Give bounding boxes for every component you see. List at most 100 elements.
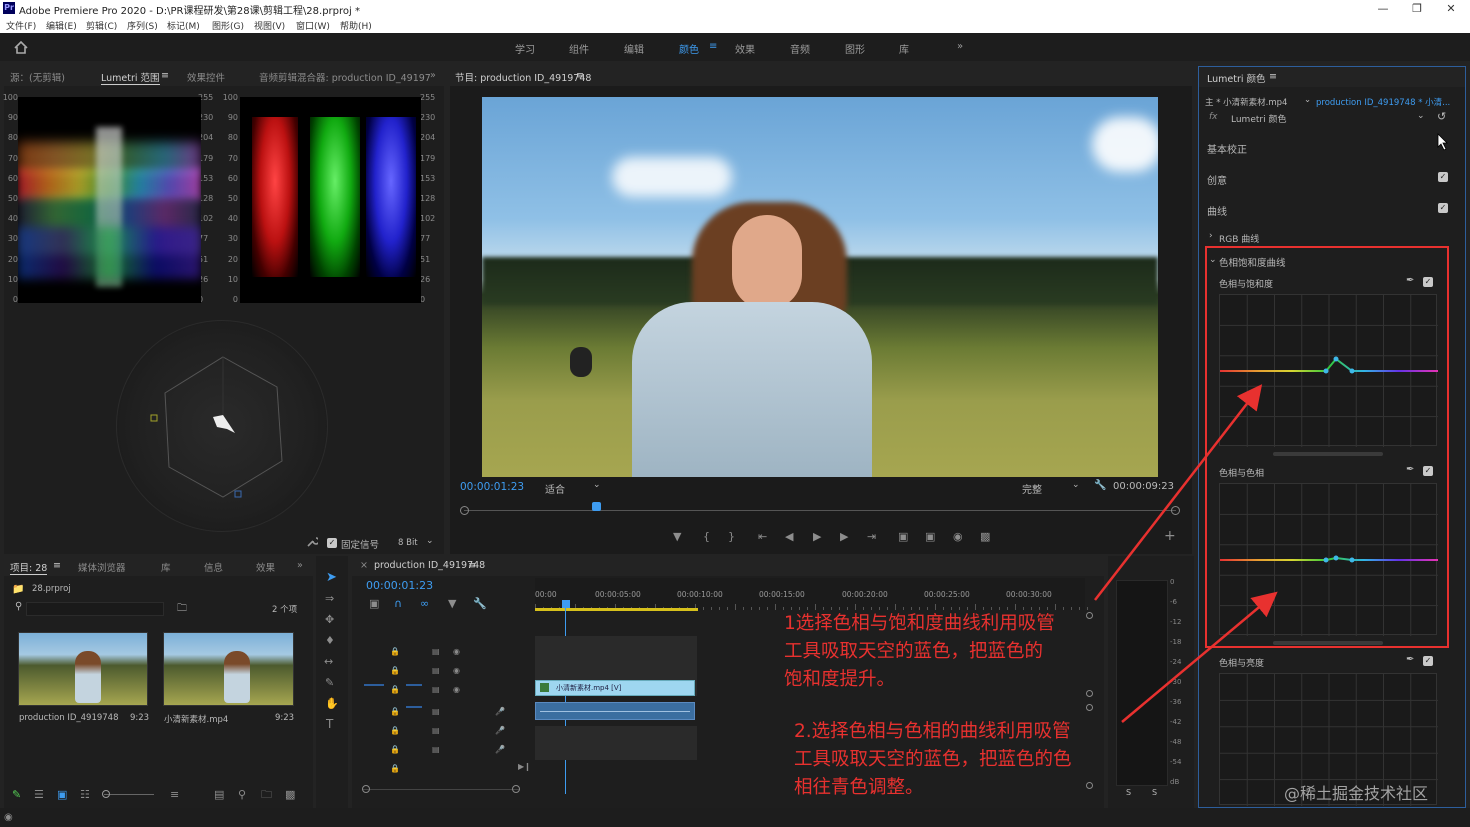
tab-menu-icon[interactable]: ≡: [1269, 71, 1277, 82]
tab-program[interactable]: 节目: production ID_4919748: [455, 70, 591, 84]
rgb-curves-label[interactable]: RGB 曲线: [1219, 232, 1259, 245]
track-label[interactable]: [406, 684, 422, 686]
workspace-graphics[interactable]: 图形: [845, 41, 865, 56]
creative-enable-checkbox[interactable]: ✓: [1438, 172, 1448, 182]
tab-menu-icon[interactable]: ≡: [468, 560, 476, 571]
sync-lock-icon[interactable]: ▤: [432, 745, 440, 754]
button-editor-plus-icon[interactable]: +: [1164, 529, 1176, 543]
tab-audio-clip-mixer[interactable]: 音频剪辑混合器: production ID_49197: [259, 70, 431, 84]
play-icon[interactable]: ▶: [813, 531, 821, 542]
chevron-down-icon[interactable]: ⌄: [1304, 95, 1311, 105]
master-go-to-end-icon[interactable]: ▶❙: [518, 762, 531, 771]
more-workspaces-icon[interactable]: »: [957, 41, 963, 52]
clamp-signal-checkbox[interactable]: ✓: [327, 538, 337, 548]
panel-overflow-icon[interactable]: »: [297, 560, 303, 571]
timeline-timecode[interactable]: 00:00:01:23: [366, 579, 433, 592]
tab-effects[interactable]: 效果: [256, 560, 275, 574]
clip-name[interactable]: production ID_4919748: [19, 713, 119, 723]
insert-sequence-icon[interactable]: ▣: [369, 598, 379, 609]
new-item-icon[interactable]: ▩: [285, 789, 295, 800]
add-marker-icon[interactable]: ▼: [448, 598, 456, 609]
quality-select[interactable]: 完整: [1022, 481, 1042, 496]
icon-view-icon[interactable]: ▣: [57, 789, 67, 800]
ripple-edit-icon[interactable]: ✥: [325, 614, 334, 625]
settings-wrench-icon[interactable]: 🔧: [1094, 480, 1106, 491]
list-view-icon[interactable]: ☰: [34, 789, 44, 800]
track-label[interactable]: [406, 725, 422, 727]
menu-marker[interactable]: 标记(M): [167, 19, 200, 32]
menu-clip[interactable]: 剪辑(C): [86, 19, 117, 32]
zoom-handle[interactable]: [512, 785, 520, 793]
lock-icon[interactable]: 🔒: [390, 745, 400, 754]
video-clip[interactable]: 小清新素材.mp4 [V]: [535, 680, 695, 696]
tab-menu-icon[interactable]: ≡: [576, 70, 584, 81]
razor-tool-icon[interactable]: ♦: [325, 635, 335, 646]
track-label[interactable]: [406, 744, 422, 746]
tab-project[interactable]: 项目: 28: [10, 560, 48, 575]
timeline-ruler[interactable]: 00:00 00:00:05:00 00:00:10:00 00:00:15:00 00…: [535, 578, 1088, 610]
track-label[interactable]: [406, 706, 422, 708]
timeline-playhead[interactable]: [562, 600, 570, 608]
export-frame-icon[interactable]: ◉: [953, 531, 963, 542]
menu-window[interactable]: 窗口(W): [296, 19, 330, 32]
tab-effect-controls[interactable]: 效果控件: [187, 70, 225, 84]
effect-name[interactable]: Lumetri 颜色: [1231, 112, 1286, 125]
menu-help[interactable]: 帮助(H): [340, 19, 372, 32]
source-patch-v1[interactable]: [364, 684, 384, 686]
eye-icon[interactable]: ◉: [453, 647, 460, 656]
playhead[interactable]: [592, 502, 601, 511]
chevron-down-icon[interactable]: ⌄: [1072, 480, 1080, 490]
sync-lock-icon[interactable]: ▤: [432, 647, 440, 656]
hue-vs-luma-checkbox[interactable]: ✓: [1423, 656, 1433, 666]
lock-icon[interactable]: 🔒: [390, 647, 400, 656]
wrench-icon[interactable]: [306, 536, 318, 548]
program-time-ruler[interactable]: [460, 502, 1180, 516]
lock-icon[interactable]: 🔒: [390, 685, 400, 694]
sync-lock-icon[interactable]: ▤: [432, 685, 440, 694]
zoom-handle[interactable]: [362, 785, 370, 793]
lift-icon[interactable]: ▣: [898, 531, 908, 542]
clip-thumbnail[interactable]: [18, 632, 148, 706]
workspace-editing[interactable]: 编辑: [624, 41, 644, 56]
new-bin-icon[interactable]: 🗀: [177, 601, 187, 618]
eyedropper-icon[interactable]: ✒: [1406, 654, 1414, 665]
clip-thumbnail[interactable]: [163, 632, 294, 706]
zoom-slider-handle[interactable]: [102, 790, 110, 798]
lock-icon[interactable]: 🔒: [390, 764, 400, 773]
voiceover-icon[interactable]: 🎤: [495, 707, 505, 716]
tab-menu-icon[interactable]: ≡: [53, 560, 61, 571]
clip-name[interactable]: 小清新素材.mp4: [164, 713, 228, 725]
section-curves[interactable]: 曲线: [1207, 203, 1227, 218]
tab-info[interactable]: 信息: [204, 560, 223, 574]
timeline-vertical-scrollbar[interactable]: [1086, 612, 1094, 790]
timeline-close-icon[interactable]: ×: [360, 560, 368, 571]
curves-enable-checkbox[interactable]: ✓: [1438, 203, 1448, 213]
section-basic-correction[interactable]: 基本校正: [1207, 141, 1247, 156]
comparison-view-icon[interactable]: ▩: [980, 531, 990, 542]
solo-right-button[interactable]: S: [1152, 788, 1157, 797]
sort-icon[interactable]: ≡: [170, 789, 179, 800]
reset-icon[interactable]: ↺: [1437, 110, 1446, 123]
program-timecode[interactable]: 00:00:01:23: [460, 481, 524, 493]
mark-in-icon[interactable]: {: [703, 531, 710, 542]
panel-overflow-icon[interactable]: »: [430, 70, 436, 81]
find-icon[interactable]: ⚲: [238, 789, 246, 800]
lock-icon[interactable]: 🔒: [390, 707, 400, 716]
new-bin-icon[interactable]: 🗀: [261, 789, 272, 800]
work-area-bar[interactable]: [535, 608, 698, 611]
tab-lumetri-color[interactable]: Lumetri 颜色: [1207, 71, 1266, 85]
workspace-audio[interactable]: 音频: [790, 41, 810, 56]
tab-media-browser[interactable]: 媒体浏览器: [78, 560, 126, 574]
restore-icon[interactable]: ❐: [1400, 0, 1434, 17]
selection-tool-icon[interactable]: ➤: [326, 571, 337, 584]
hand-tool-icon[interactable]: ✋: [325, 698, 339, 709]
pencil-icon[interactable]: ✎: [12, 789, 21, 800]
eye-icon[interactable]: ◉: [453, 666, 460, 675]
workspace-assembly[interactable]: 组件: [569, 41, 589, 56]
step-back-icon[interactable]: ◀: [785, 531, 793, 542]
bit-depth-select[interactable]: 8 Bit: [398, 538, 418, 548]
workspace-effects[interactable]: 效果: [735, 41, 755, 56]
tab-lumetri-scopes[interactable]: Lumetri 范围: [101, 70, 160, 85]
snap-icon[interactable]: ∩: [394, 598, 402, 609]
tab-libraries[interactable]: 库: [161, 560, 171, 574]
